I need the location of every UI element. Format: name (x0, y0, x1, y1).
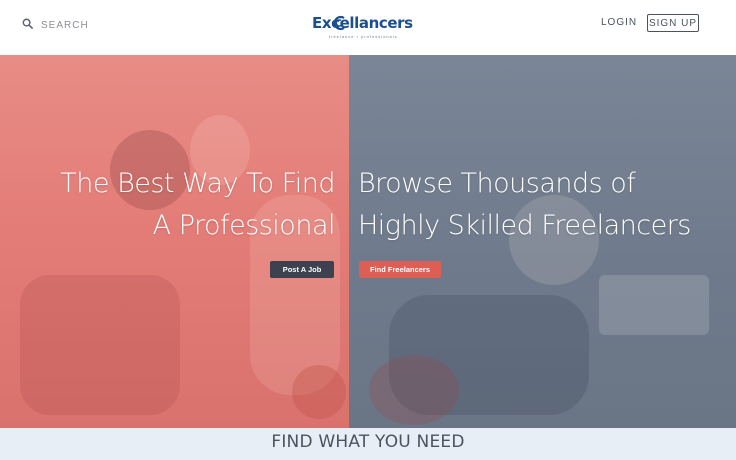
find-section: FIND WHAT YOU NEED (0, 428, 736, 460)
site-header: SEARCH Excellancers freelance • professi… (0, 0, 736, 55)
search-trigger[interactable]: SEARCH (22, 16, 89, 34)
find-freelancers-button[interactable]: Find Freelancers (359, 261, 441, 278)
freelancers-title-line1: Browse Thousands of (358, 168, 636, 199)
signup-button[interactable]: SIGN UP (647, 14, 699, 32)
section-title: FIND WHAT YOU NEED (271, 432, 465, 452)
hero-section: The Best Way To Find A Professional Post… (0, 55, 736, 428)
search-icon[interactable] (22, 16, 33, 34)
site-logo[interactable]: Excellancers freelance • professionals (312, 14, 413, 42)
logo-tagline: freelance • professionals (329, 34, 398, 39)
post-job-button[interactable]: Post A Job (270, 261, 334, 278)
employers-title-line2: A Professional (152, 210, 336, 241)
login-link[interactable]: LOGIN (601, 17, 637, 28)
freelancers-title-line2: Highly Skilled Freelancers (358, 210, 691, 241)
search-label[interactable]: SEARCH (41, 20, 89, 31)
logo-text: Excellancers (312, 14, 413, 32)
employers-title-line1: The Best Way To Find (60, 168, 335, 199)
logo-mark-icon (333, 15, 345, 31)
employers-title: The Best Way To Find A Professional (0, 163, 349, 247)
hero-panel-freelancers: Browse Thousands of Highly Skilled Freel… (349, 55, 736, 428)
hero-panel-employers: The Best Way To Find A Professional Post… (0, 55, 349, 428)
freelancers-title: Browse Thousands of Highly Skilled Freel… (349, 163, 736, 247)
